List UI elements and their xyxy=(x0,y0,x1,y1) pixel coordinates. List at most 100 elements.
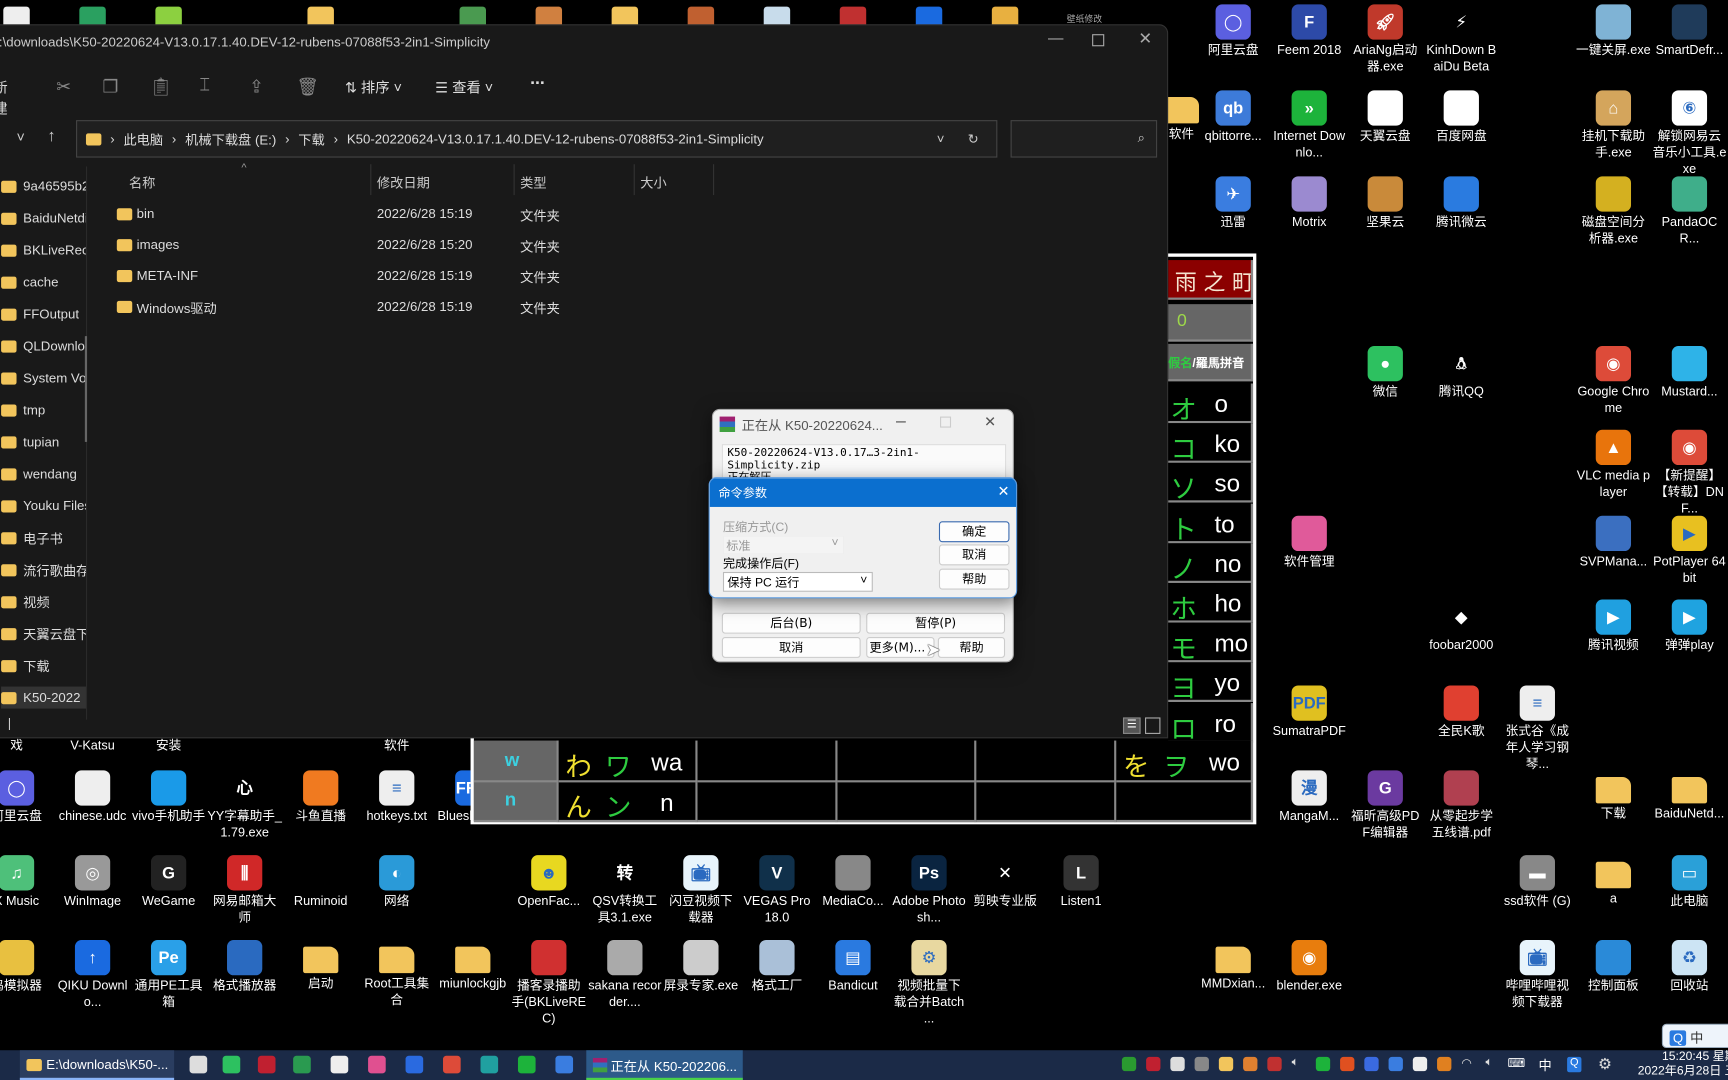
delete-icon[interactable]: 🗑︎ xyxy=(296,76,318,98)
desktop-icon[interactable]: 天翼云盘 xyxy=(1348,90,1423,145)
desktop-label[interactable]: 软件 xyxy=(359,738,434,755)
after-operation-select[interactable]: 保持 PC 运行 ˅ xyxy=(722,571,873,592)
share-icon[interactable]: ⇪ xyxy=(249,76,264,98)
desktop-icon[interactable]: 播客录播助手(BKLiveREC) xyxy=(511,940,586,1028)
desktop-icon[interactable]: MMDxian... xyxy=(1196,940,1271,993)
desktop-icon[interactable]: Root工具集合 xyxy=(359,940,434,1009)
minimize-button[interactable]: — xyxy=(1048,29,1063,47)
desktop-icon[interactable]: ◉ 【新提醒】【转载】DNF... xyxy=(1652,429,1727,518)
desktop-icon[interactable]: ▶ 腾讯视频 xyxy=(1576,599,1651,655)
keyboard-icon[interactable]: ⌨ xyxy=(1508,1056,1526,1070)
desktop-icon[interactable]: a xyxy=(1576,855,1651,908)
close-button[interactable]: ✕ xyxy=(984,413,996,431)
netease-music-icon[interactable] xyxy=(257,1055,276,1074)
desktop-icon[interactable]: F Feem 2018 xyxy=(1272,4,1347,59)
nav-item[interactable]: 视频 xyxy=(1,591,50,613)
desktop-icon[interactable]: 软件管理 xyxy=(1272,515,1347,571)
minimize-button[interactable]: – xyxy=(896,412,906,432)
desktop-icon[interactable]: V VEGAS Pro 18.0 xyxy=(739,855,814,927)
more-button[interactable]: ... xyxy=(530,69,545,89)
desktop-icon[interactable]: 一键关屏.exe xyxy=(1576,4,1651,59)
desktop-icon[interactable]: 斗鱼直播 xyxy=(283,770,358,825)
hbuilder-icon[interactable] xyxy=(293,1055,311,1074)
desktop-icon[interactable]: Mustard... xyxy=(1652,346,1727,401)
desktop-icon[interactable]: ▶ PotPlayer 64 bit xyxy=(1652,515,1727,588)
desktop-icon[interactable]: Ps Adobe Photosh... xyxy=(892,855,967,927)
nav-item[interactable]: K50-2022 xyxy=(1,686,86,709)
desktop-icon[interactable]: 鸡模拟器 xyxy=(0,940,54,995)
app-icon[interactable] xyxy=(405,1055,424,1074)
nav-item[interactable]: Youku Files xyxy=(1,495,86,517)
desktop-icon[interactable]: 🐧︎ 腾讯QQ xyxy=(1424,346,1499,401)
taskbar-explorer[interactable]: E:\downloads\K50-... xyxy=(19,1050,175,1080)
desktop-icon[interactable]: SVPMana... xyxy=(1576,515,1651,571)
search-input[interactable]: ⌕ xyxy=(1010,120,1158,158)
nav-item[interactable]: FFOutput xyxy=(1,303,79,325)
nav-scrollbar[interactable] xyxy=(84,336,88,442)
desktop-icon[interactable]: ◯ 阿里云盘 xyxy=(1196,4,1271,59)
desktop-icon[interactable]: ▤ Bandicut xyxy=(816,940,891,995)
desktop-icon[interactable]: 下载 xyxy=(1576,770,1651,823)
desktop-icon[interactable]: G WeGame xyxy=(131,855,206,910)
desktop-label[interactable]: 戏 xyxy=(0,738,54,755)
store-icon[interactable] xyxy=(330,1055,349,1074)
desktop-icon[interactable]: ◆ foobar2000 xyxy=(1424,599,1499,655)
copy-icon[interactable]: ❐ xyxy=(102,76,118,98)
tray-icon[interactable] xyxy=(1388,1056,1403,1072)
tray-icon[interactable] xyxy=(1243,1056,1258,1072)
desktop-icon[interactable]: ⌂ 挂机下载助手.exe xyxy=(1576,90,1651,162)
chrome-icon[interactable] xyxy=(443,1055,461,1074)
desktop-icon[interactable]: PDF SumatraPDF xyxy=(1272,685,1347,740)
help-button[interactable]: 帮助 xyxy=(938,568,1010,590)
desktop-icon[interactable]: ⫼ 网易邮箱大师 xyxy=(207,855,282,927)
view-button[interactable]: ☰ 查看 ˅ xyxy=(435,76,493,97)
desktop-icon[interactable]: ♫ X Music xyxy=(0,855,54,910)
column-type[interactable]: 类型 xyxy=(520,173,546,192)
nav-item[interactable]: 天翼云盘下载 xyxy=(1,623,86,645)
recent-chevron-icon[interactable]: ˅ xyxy=(17,129,25,146)
app-icon[interactable] xyxy=(480,1055,499,1074)
desktop-icon[interactable]: ♻ 回收站 xyxy=(1652,940,1727,995)
tray-icon[interactable] xyxy=(1412,1056,1428,1072)
desktop-icon[interactable]: 百度网盘 xyxy=(1424,90,1499,145)
tray-icon[interactable] xyxy=(1218,1056,1234,1072)
desktop-icon[interactable]: sakana recorder.... xyxy=(587,940,662,1012)
desktop-icon[interactable]: ▶ 弹弹play xyxy=(1652,599,1727,655)
address-bar[interactable]: › 此电脑 › 机械下载盘 (E:) › 下载 › K50-20220624-V13.0… xyxy=(76,120,998,158)
desktop-label[interactable]: V-Katsu xyxy=(55,738,130,755)
qq-icon[interactable] xyxy=(189,1055,208,1074)
rename-icon[interactable]: ⌶ xyxy=(199,76,210,96)
desktop-icon[interactable]: ▲ VLC media player xyxy=(1576,429,1651,502)
wechat-icon[interactable] xyxy=(222,1055,241,1074)
ime-indicator[interactable]: 中 xyxy=(1538,1056,1551,1075)
maximize-button[interactable] xyxy=(1092,34,1105,47)
nav-item[interactable]: wendang xyxy=(1,463,77,485)
wifi-icon[interactable]: ◠ xyxy=(1461,1056,1472,1070)
more-button[interactable]: 更多(M)... xyxy=(866,636,935,658)
breadcrumb-item[interactable]: 此电脑 xyxy=(123,129,163,148)
desktop-icon[interactable]: ◉ Google Chrome xyxy=(1576,346,1651,418)
desktop-icon[interactable]: ✕ 剪映专业版 xyxy=(968,855,1043,910)
desktop-icon[interactable]: ◯ 阿里云盘 xyxy=(0,770,54,825)
desktop-icon[interactable]: ⚡ KinhDown BaiDu Beta xyxy=(1424,4,1499,76)
refresh-icon[interactable]: ↻ xyxy=(968,131,979,146)
nav-item[interactable]: 流行歌曲存档 xyxy=(1,559,86,581)
file-row[interactable]: META-INF 2022/6/28 15:19 文件夹 xyxy=(116,263,712,289)
desktop-label[interactable]: 安装 xyxy=(131,738,206,755)
cancel-button[interactable]: 取消 xyxy=(721,636,861,658)
desktop-icon[interactable]: 坚果云 xyxy=(1348,176,1423,231)
help-button[interactable]: 帮助 xyxy=(937,636,1006,658)
nav-item[interactable]: 下载 xyxy=(1,655,50,677)
nav-item[interactable]: System Vol xyxy=(1,367,86,389)
nav-item[interactable]: tmp xyxy=(1,399,45,421)
file-row[interactable]: bin 2022/6/28 15:19 文件夹 xyxy=(116,202,712,228)
desktop-icon[interactable]: 转 QSV转换工具3.1.exe xyxy=(587,855,662,927)
file-row[interactable]: images 2022/6/28 15:20 文件夹 xyxy=(116,233,712,259)
ok-button[interactable]: 确定 xyxy=(938,521,1010,543)
cut-icon[interactable]: ✂ xyxy=(56,76,71,98)
tray-icon[interactable] xyxy=(1437,1056,1452,1072)
breadcrumb-item[interactable]: 下载 xyxy=(298,129,324,148)
details-view-icon[interactable]: ☰ xyxy=(1122,717,1141,734)
new-button[interactable]: 新建 xyxy=(0,76,8,118)
background-button[interactable]: 后台(B) xyxy=(721,612,861,634)
